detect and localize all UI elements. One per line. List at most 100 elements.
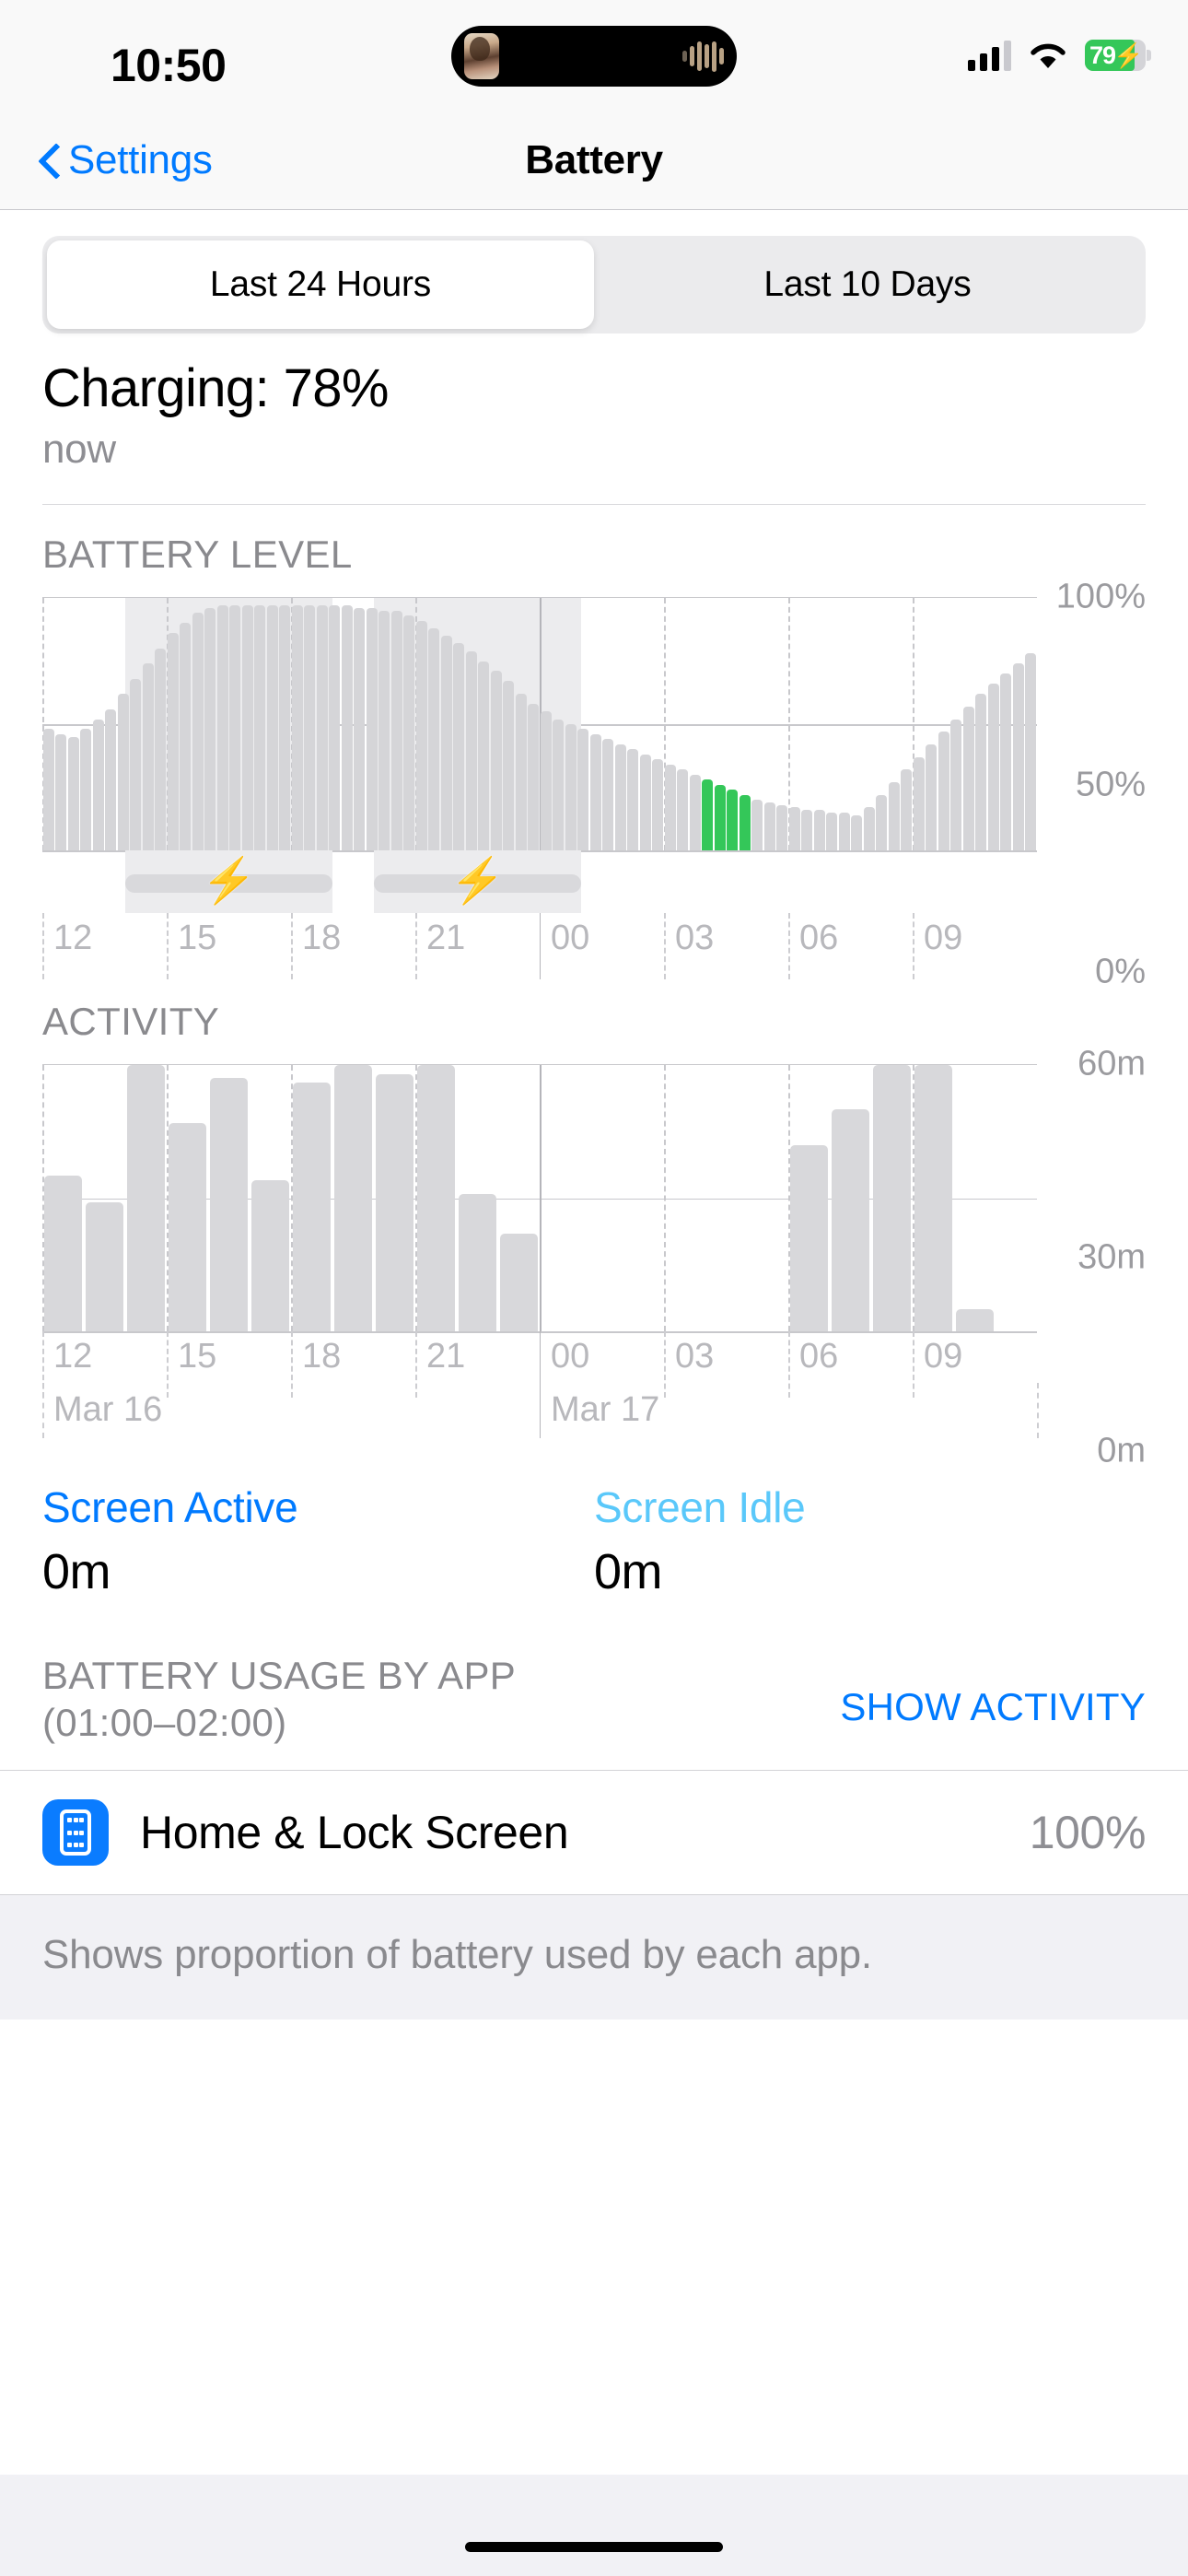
- back-button[interactable]: Settings: [41, 137, 213, 183]
- battery-level-bar: [43, 729, 54, 850]
- battery-level-bar: [217, 605, 228, 850]
- battery-icon: 79 ⚡: [1085, 40, 1146, 71]
- range-segmented-control[interactable]: Last 24 Hours Last 10 Days: [42, 236, 1146, 334]
- battery-level-bar: [379, 611, 390, 850]
- status-bar-time: 10:50: [111, 39, 226, 92]
- battery-level-bar: [453, 643, 464, 850]
- battery-level-bar: [279, 605, 290, 850]
- battery-level-bar: [553, 720, 564, 850]
- battery-level-bar: [864, 807, 875, 850]
- battery-level-bar: [317, 605, 328, 850]
- x-tick-label: 12: [42, 919, 92, 958]
- home-indicator-area: [0, 2475, 1188, 2576]
- dynamic-island[interactable]: [451, 26, 737, 87]
- y-tick-label: 0m: [1097, 1432, 1146, 1471]
- charge-status-title: Charging: 78%: [42, 357, 1146, 419]
- screen-idle-label: Screen Idle: [594, 1482, 1146, 1532]
- back-button-label: Settings: [68, 137, 213, 183]
- screen-active-column[interactable]: Screen Active 0m: [42, 1482, 594, 1600]
- battery-level-bar: [403, 615, 414, 850]
- battery-level-bar: [1000, 673, 1011, 850]
- battery-level-bar: [1025, 653, 1036, 850]
- y-tick-label: 0%: [1095, 953, 1146, 992]
- charge-status-block: Charging: 78% now: [0, 334, 1188, 473]
- x-tick-label: 00: [540, 919, 589, 958]
- activity-bar: [914, 1065, 952, 1331]
- battery-level-bar: [627, 749, 638, 850]
- battery-usage-title: BATTERY USAGE BY APP (01:00–02:00): [42, 1652, 558, 1746]
- battery-level-bar: [541, 711, 552, 850]
- activity-bar: [956, 1309, 994, 1331]
- x-tick-label: 00: [540, 1337, 589, 1376]
- battery-level-bar: [640, 755, 651, 850]
- battery-level-bar: [914, 757, 925, 850]
- battery-level-bar: [516, 694, 527, 850]
- home-indicator[interactable]: [465, 2542, 723, 2552]
- battery-level-bar: [342, 605, 353, 850]
- battery-level-bar: [851, 815, 862, 850]
- activity-chart[interactable]: 60m30m0m 1215182100030609 Mar 16Mar 17: [42, 1064, 1146, 1451]
- battery-level-bar: [204, 608, 215, 850]
- activity-bars: [42, 1065, 1037, 1331]
- battery-level-bar: [615, 744, 626, 850]
- battery-level-bar: [652, 759, 663, 850]
- date-label: Mar 17: [540, 1390, 659, 1430]
- battery-level-bar: [367, 608, 378, 850]
- activity-bar: [44, 1176, 82, 1331]
- show-activity-button[interactable]: SHOW ACTIVITY: [840, 1652, 1146, 1729]
- battery-level-bar: [155, 649, 166, 850]
- battery-level-bar: [839, 813, 850, 850]
- battery-level-bar: [801, 810, 812, 850]
- screen-idle-value: 0m: [594, 1543, 1146, 1600]
- dynamic-island-avatar-icon: [464, 33, 499, 79]
- x-tick-label: 12: [42, 1337, 92, 1376]
- x-tick-label: 06: [788, 1337, 838, 1376]
- battery-level-bar: [963, 707, 974, 850]
- x-tick-label: 18: [291, 1337, 341, 1376]
- screen-active-value: 0m: [42, 1543, 594, 1600]
- x-tick-label: 06: [788, 919, 838, 958]
- battery-level-bar: [740, 795, 751, 850]
- screen-time-row: Screen Active 0m Screen Idle 0m: [0, 1451, 1188, 1600]
- segment-last-24-hours[interactable]: Last 24 Hours: [47, 240, 594, 329]
- battery-level-bar: [130, 679, 141, 850]
- battery-level-bar: [143, 663, 154, 850]
- screen-idle-column[interactable]: Screen Idle 0m: [594, 1482, 1146, 1600]
- y-tick-label: 30m: [1077, 1238, 1146, 1278]
- x-tick-label: 09: [913, 1337, 962, 1376]
- charge-status-subtitle: now: [42, 427, 1146, 473]
- battery-level-bar: [665, 765, 676, 850]
- battery-level-y-axis: 100%50%0%: [1042, 597, 1146, 972]
- activity-bar: [790, 1145, 828, 1331]
- y-tick-label: 60m: [1077, 1045, 1146, 1084]
- battery-level-bar: [901, 769, 912, 850]
- battery-level-bar: [889, 782, 900, 850]
- battery-level-bar: [416, 621, 427, 850]
- app-usage-row[interactable]: Home & Lock Screen 100%: [0, 1770, 1188, 1895]
- battery-level-bar: [1013, 663, 1024, 850]
- battery-level-plot: [42, 597, 1037, 850]
- x-tick-label: 21: [415, 919, 465, 958]
- battery-level-bar: [938, 732, 949, 850]
- battery-level-bar: [528, 704, 539, 850]
- battery-level-bar: [826, 813, 837, 850]
- battery-level-bar: [93, 720, 104, 850]
- charging-periods-strip: ⚡⚡⚡: [42, 850, 1037, 913]
- x-tick-label: 21: [415, 1337, 465, 1376]
- battery-level-bar: [876, 795, 887, 850]
- status-bar-indicators: 79 ⚡: [968, 31, 1146, 79]
- battery-level-chart[interactable]: 100%50%0% ⚡⚡⚡ 1215182100030609: [42, 597, 1146, 972]
- activity-y-axis: 60m30m0m: [1042, 1064, 1146, 1451]
- battery-level-bar: [715, 785, 726, 850]
- battery-level-bar: [192, 613, 204, 850]
- battery-content: Last 24 Hours Last 10 Days Charging: 78%…: [0, 236, 1188, 2020]
- page-title: Battery: [525, 137, 663, 183]
- app-name: Home & Lock Screen: [140, 1806, 568, 1859]
- battery-level-bar: [577, 729, 588, 850]
- segment-last-10-days[interactable]: Last 10 Days: [594, 240, 1141, 329]
- activity-bar: [210, 1078, 248, 1331]
- activity-bar: [376, 1074, 413, 1331]
- x-tick-label: 03: [664, 1337, 714, 1376]
- activity-bar: [459, 1194, 496, 1331]
- battery-percent-label: 79: [1085, 41, 1115, 70]
